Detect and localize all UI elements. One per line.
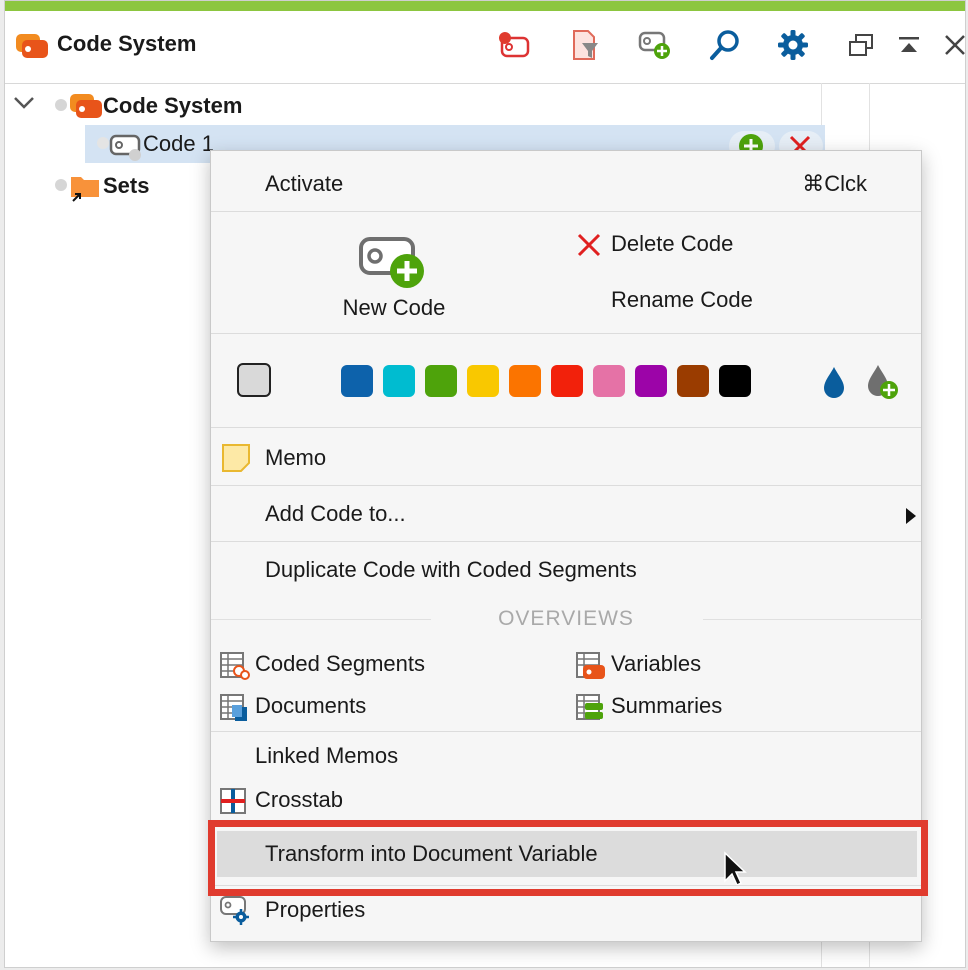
shortcut-label: ⌘Clck (802, 171, 867, 196)
documents-icon (219, 693, 251, 729)
menu-item-label: Activate (265, 171, 344, 196)
code-system-icon (69, 93, 103, 124)
tree-item-code-system[interactable]: Code System (5, 87, 825, 125)
delete-code-label: Delete Code (611, 231, 734, 256)
undock-window-icon[interactable] (843, 27, 879, 63)
no-color-swatch[interactable] (237, 363, 271, 397)
menu-item-label: Memo (265, 445, 327, 470)
code-system-icon (15, 33, 49, 64)
properties-icon (219, 895, 253, 933)
tree-label: Code System (103, 93, 243, 118)
new-code-icon[interactable] (637, 27, 673, 63)
search-icon[interactable] (707, 27, 743, 63)
divider (211, 541, 921, 542)
coded-segments-icon (219, 651, 251, 687)
chevron-down-icon[interactable] (13, 95, 35, 116)
menu-item-linked-memos[interactable]: Linked Memos (255, 743, 398, 769)
new-code-button[interactable]: New Code (327, 227, 461, 337)
color-swatch[interactable] (635, 365, 667, 397)
color-swatch[interactable] (341, 365, 373, 397)
tree-label: Sets (103, 173, 150, 198)
add-color-icon[interactable] (865, 363, 901, 407)
divider (211, 333, 921, 334)
menu-item-label: Crosstab (255, 787, 344, 812)
close-icon[interactable] (937, 27, 965, 63)
new-code-label: New Code (342, 295, 446, 320)
color-swatch[interactable] (509, 365, 541, 397)
submenu-arrow-icon (905, 505, 917, 531)
menu-item-duplicate-code[interactable]: Duplicate Code with Coded Segments (265, 557, 637, 583)
tree-label: Code 1 (143, 131, 214, 156)
activate-code-icon[interactable] (495, 27, 531, 63)
overviews-heading: OVERVIEWS (498, 607, 634, 630)
menu-item-memo[interactable]: Memo (219, 441, 915, 481)
code-icon (109, 133, 143, 166)
color-swatch[interactable] (383, 365, 415, 397)
divider (211, 485, 921, 486)
folder-shortcut-icon (69, 173, 101, 208)
highlight-annotation-box (208, 820, 928, 896)
divider (211, 427, 921, 428)
menu-item-activate[interactable]: Activate (265, 171, 343, 197)
color-swatch[interactable] (719, 365, 751, 397)
status-dot (55, 179, 67, 191)
summaries-icon (575, 693, 607, 729)
menu-item-label: Coded Segments (255, 651, 425, 676)
collapse-icon[interactable] (891, 27, 927, 63)
status-dot (97, 137, 109, 149)
menu-item-label: Variables (611, 651, 702, 676)
menu-item-label: Documents (255, 693, 367, 718)
divider (211, 211, 921, 212)
variables-icon (575, 651, 607, 687)
new-code-icon (357, 231, 427, 295)
color-swatch[interactable] (467, 365, 499, 397)
color-swatch[interactable] (551, 365, 583, 397)
rename-code-menu-item[interactable]: Rename Code (611, 287, 753, 313)
menu-item-label: Properties (265, 897, 366, 922)
color-swatch[interactable] (677, 365, 709, 397)
filter-icon[interactable] (567, 27, 603, 63)
color-swatch[interactable] (425, 365, 457, 397)
color-drop-icon[interactable] (821, 365, 847, 405)
color-swatch[interactable] (593, 365, 625, 397)
menu-item-add-code-to[interactable]: Add Code to... (265, 501, 406, 527)
window-title: Code System (57, 31, 197, 56)
crosstab-icon (219, 787, 247, 821)
divider (211, 731, 921, 732)
settings-icon[interactable] (775, 27, 811, 63)
delete-icon (577, 233, 601, 263)
window-header: Code System (5, 11, 965, 84)
accent-bar (5, 1, 965, 11)
menu-item-label: Summaries (611, 693, 723, 718)
memo-icon (221, 443, 251, 479)
status-dot (55, 99, 67, 111)
